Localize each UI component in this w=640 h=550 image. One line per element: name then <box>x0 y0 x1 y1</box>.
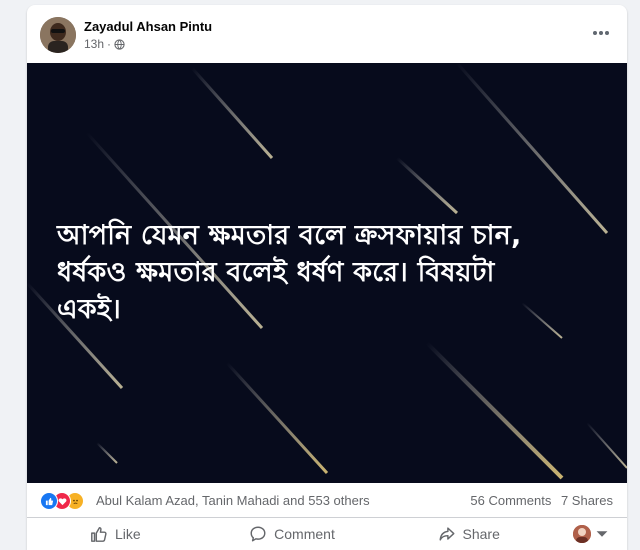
user-avatar <box>573 525 592 543</box>
post-counts: 56 Comments 7 Shares <box>464 493 613 508</box>
comment-button[interactable]: Comment <box>204 518 381 550</box>
author-name[interactable]: Zayadul Ahsan Pintu <box>84 19 212 34</box>
author-avatar[interactable] <box>40 17 76 53</box>
like-button[interactable]: Like <box>27 518 204 550</box>
globe-icon[interactable] <box>114 38 125 50</box>
post-card: Zayadul Ahsan Pintu 13h · আপনি যেমন ক্ষম… <box>27 5 627 550</box>
chevron-down-icon <box>596 531 608 537</box>
comment-count[interactable]: 56 Comments <box>470 493 551 508</box>
reaction-summary[interactable]: Abul Kalam Azad, Tanin Mahadi and 553 ot… <box>96 493 370 508</box>
more-dot-icon <box>605 31 609 35</box>
share-label: Share <box>462 526 500 542</box>
thumbs-up-icon <box>91 526 107 542</box>
quote-line: একই। <box>57 294 121 325</box>
post-time[interactable]: 13h <box>84 37 104 51</box>
share-icon <box>439 527 454 541</box>
post-meta: 13h · <box>84 37 125 51</box>
post-header: Zayadul Ahsan Pintu 13h · <box>27 5 627 63</box>
quote-line: ধর্ষকও ক্ষমতার বলেই ধর্ষণ করে। বিষয়টা <box>57 257 495 288</box>
quote-line: আপনি যেমন ক্ষমতার বলে ক্রসফায়ার চান, <box>57 220 522 251</box>
comment-icon <box>250 526 266 542</box>
reaction-icons[interactable] <box>40 492 88 510</box>
react-as-selector[interactable] <box>557 518 627 550</box>
image-quote-text: আপনি যেমন ক্ষমতার বলে ক্রসফায়ার চান, ধর… <box>57 217 617 328</box>
like-label: Like <box>114 526 141 542</box>
more-options-button[interactable] <box>589 21 613 45</box>
more-dot-icon <box>599 31 603 35</box>
comment-label: Comment <box>274 526 335 542</box>
engagement-bar: Abul Kalam Azad, Tanin Mahadi and 553 ot… <box>27 483 627 518</box>
more-dot-icon <box>593 31 597 35</box>
share-count[interactable]: 7 Shares <box>561 493 613 508</box>
post-image[interactable]: আপনি যেমন ক্ষমতার বলে ক্রসফায়ার চান, ধর… <box>27 63 627 483</box>
action-bar: Like Comment Share <box>27 518 627 550</box>
share-button[interactable]: Share <box>380 518 557 550</box>
like-icon <box>40 492 58 510</box>
